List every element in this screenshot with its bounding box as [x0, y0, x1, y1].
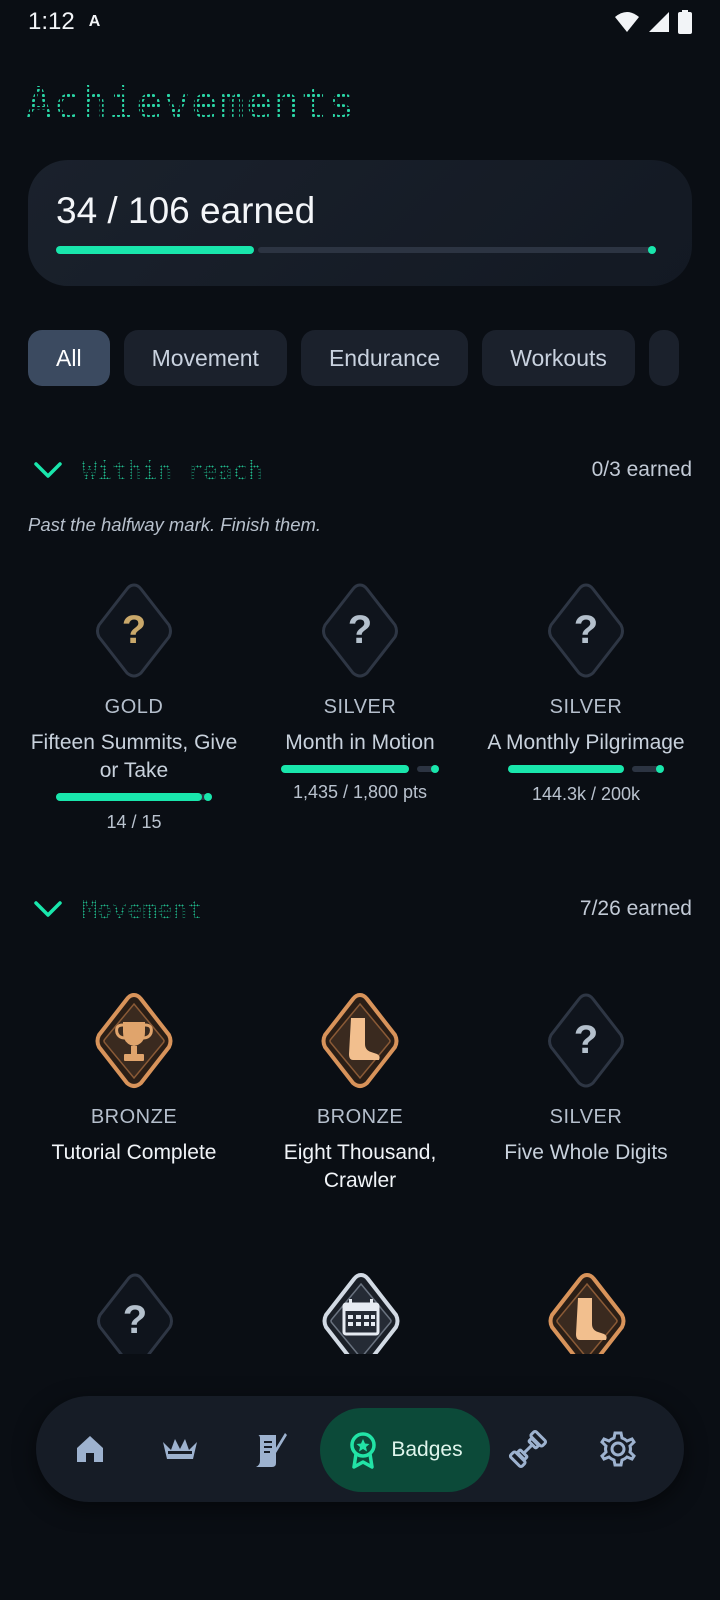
- gear-icon: [600, 1431, 636, 1467]
- svg-text:?: ?: [574, 1018, 598, 1062]
- crown-icon: [163, 1439, 197, 1459]
- filter-chip-endurance[interactable]: Endurance: [300, 330, 469, 386]
- earned-progress-bar: [56, 246, 656, 254]
- question-icon[interactable]: ?: [94, 1272, 176, 1354]
- nav-home[interactable]: [60, 1419, 120, 1479]
- wifi-icon: [615, 12, 639, 32]
- filter-chip-movement[interactable]: Movement: [123, 330, 287, 386]
- earned-summary-text: 34 / 106 earned: [56, 190, 316, 231]
- section-header-movement[interactable]: Movement 7/26 earned: [28, 889, 692, 929]
- earned-summary-card: 34 / 106 earned: [28, 160, 692, 286]
- section-subtitle: Past the halfway mark. Finish them.: [28, 514, 322, 535]
- section-earned-count: 0/3 earned: [591, 458, 692, 481]
- badge-name: Five Whole Digits: [504, 1141, 668, 1164]
- question-icon: ?: [322, 583, 398, 678]
- status-bar: 1:12 A: [0, 0, 720, 44]
- filter-chip-workouts[interactable]: Workouts: [482, 330, 635, 386]
- chevron-down-icon: [34, 901, 62, 917]
- foot-icon[interactable]: [546, 1272, 628, 1354]
- nav-log[interactable]: [240, 1419, 300, 1479]
- status-time: 1:12: [28, 8, 75, 35]
- badge-tier: GOLD: [104, 696, 164, 718]
- section-earned-count: 7/26 earned: [579, 897, 692, 920]
- badge-name: Month in Motion: [285, 731, 435, 754]
- status-icons: [614, 10, 692, 34]
- battery-icon: [678, 10, 692, 34]
- section-title: Movement: [82, 894, 203, 924]
- status-left: 1:12 A: [28, 8, 100, 36]
- badge-progress-text: 14 / 15: [106, 812, 162, 832]
- badge-card[interactable]: ? SILVER A Monthly Pilgrimage 144.3k / 2…: [476, 582, 696, 805]
- filter-chip-more[interactable]: [648, 330, 679, 386]
- badge-card[interactable]: ? SILVER Five Whole Digits: [476, 992, 696, 1167]
- calendar-icon[interactable]: [320, 1272, 402, 1354]
- chevron-down-icon: [34, 462, 62, 478]
- badge-progress-text: 1,435 / 1,800 pts: [292, 782, 428, 802]
- home-icon: [77, 1436, 103, 1462]
- scroll-icon: [256, 1433, 287, 1467]
- badge-name: Eight Thousand, Crawler: [283, 1141, 437, 1192]
- accessibility-indicator-icon: A: [88, 13, 101, 30]
- badge-card[interactable]: BRONZE Eight Thousand, Crawler: [250, 992, 470, 1195]
- badge-tier: SILVER: [549, 696, 623, 718]
- svg-text:?: ?: [348, 608, 372, 652]
- svg-text:?: ?: [123, 1298, 147, 1342]
- badge-row-partial: ?: [0, 1270, 720, 1354]
- cellular-signal-icon: [649, 12, 669, 32]
- filter-chip-all[interactable]: All: [28, 330, 110, 386]
- svg-text:?: ?: [122, 608, 146, 652]
- section-header-within-reach[interactable]: Within reach 0/3 earned: [28, 450, 692, 490]
- badge-tier: SILVER: [549, 1106, 623, 1128]
- page-title: Achievements: [26, 78, 356, 129]
- svg-text:?: ?: [574, 608, 598, 652]
- nav-badges-active[interactable]: Badges: [320, 1408, 490, 1492]
- badge-tier: BRONZE: [90, 1106, 178, 1128]
- section-title: Within reach: [82, 455, 263, 485]
- badge-progress-bar: [281, 765, 439, 773]
- question-icon: ?: [96, 583, 172, 678]
- badge-card[interactable]: BRONZE Tutorial Complete: [24, 992, 244, 1167]
- badge-tier: SILVER: [323, 696, 397, 718]
- bottom-navigation: Badges: [36, 1396, 684, 1502]
- badge-card[interactable]: ? SILVER Month in Motion 1,435 / 1,800 p…: [250, 582, 470, 803]
- trophy-icon: [95, 992, 173, 1088]
- badge-tier: BRONZE: [316, 1106, 404, 1128]
- badge-name: A Monthly Pilgrimage: [487, 731, 685, 754]
- badge-card[interactable]: ? GOLD Fifteen Summits, Give or Take 14 …: [24, 582, 244, 833]
- question-icon: ?: [548, 993, 624, 1088]
- filter-chips: All Movement Endurance Workouts: [28, 330, 692, 386]
- badge-name: Fifteen Summits, Give or Take: [30, 731, 238, 782]
- badge-progress-bar: [56, 793, 212, 801]
- question-icon: ?: [548, 583, 624, 678]
- nav-leaderboard[interactable]: [150, 1419, 210, 1479]
- nav-workouts[interactable]: [498, 1419, 558, 1479]
- nav-settings[interactable]: [588, 1419, 648, 1479]
- dumbbell-icon: [508, 1429, 548, 1469]
- badge-icon: [350, 1432, 377, 1469]
- badge-progress-bar: [508, 765, 664, 773]
- badge-progress-text: 144.3k / 200k: [531, 784, 641, 804]
- nav-badges-label: Badges: [391, 1438, 463, 1461]
- badge-name: Tutorial Complete: [51, 1141, 217, 1164]
- foot-icon: [321, 992, 399, 1088]
